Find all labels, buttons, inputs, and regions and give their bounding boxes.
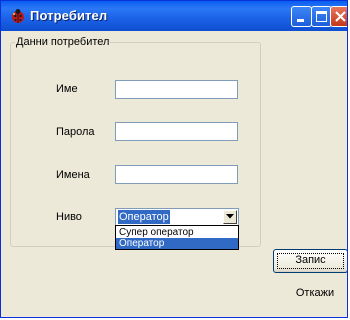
level-option-super-operator[interactable]: Супер оператор	[116, 227, 238, 238]
full-names-input[interactable]	[115, 165, 238, 184]
name-label: Име	[56, 83, 78, 95]
level-select[interactable]: Оператор	[115, 208, 239, 226]
minimize-button[interactable]	[291, 6, 312, 27]
minimize-icon	[297, 19, 304, 22]
level-dropdown-list: Супер оператор Оператор	[115, 225, 239, 250]
save-button[interactable]: Запис	[273, 249, 347, 273]
client-area: Данни потребител Име Парола Имена Ниво О…	[4, 31, 347, 316]
window-title: Потребител	[30, 8, 108, 23]
name-input[interactable]	[115, 80, 238, 99]
chevron-down-icon	[226, 214, 234, 219]
level-selected-value: Оператор	[118, 210, 170, 224]
group-legend: Данни потребител	[15, 36, 111, 48]
level-option-operator[interactable]: Оператор	[116, 238, 238, 249]
ladybug-icon	[10, 8, 26, 24]
level-label: Ниво	[56, 211, 82, 223]
title-bar[interactable]: Потребител	[1, 1, 347, 31]
maximize-button[interactable]	[311, 6, 332, 27]
user-window: Потребител Данни потребител Име Парола И…	[0, 0, 348, 318]
cancel-button[interactable]: Откажи	[285, 287, 345, 299]
password-input[interactable]	[115, 122, 238, 141]
save-button-label: Запис	[295, 254, 326, 266]
maximize-icon	[316, 11, 327, 22]
password-label: Парола	[56, 126, 95, 138]
close-button[interactable]	[330, 6, 347, 27]
close-icon	[335, 11, 346, 22]
dropdown-button[interactable]	[223, 210, 237, 224]
full-names-label: Имена	[56, 169, 90, 181]
